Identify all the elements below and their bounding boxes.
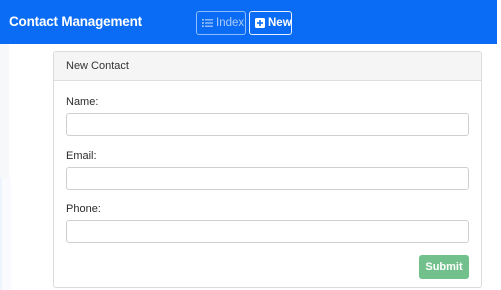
list-icon [202,18,213,28]
navbar: Contact Management Index New [0,0,497,44]
phone-label: Phone: [66,203,101,215]
index-button[interactable]: Index [196,11,246,35]
new-button-label: New [268,17,292,29]
side-panel [0,44,11,290]
email-input[interactable] [66,167,469,190]
new-contact-card: New Contact Name: Email: Phone: Submit [53,51,482,288]
index-button-label: Index [216,17,245,29]
side-panel-highlight [0,178,11,290]
plus-square-icon [255,18,265,28]
submit-button[interactable]: Submit [419,255,469,279]
email-label: Email: [66,150,97,162]
name-input[interactable] [66,113,469,136]
name-label: Name: [66,96,99,108]
brand-title[interactable]: Contact Management [9,14,142,30]
new-button[interactable]: New [249,11,292,35]
phone-input[interactable] [66,220,469,243]
card-header: New Contact [54,52,481,81]
